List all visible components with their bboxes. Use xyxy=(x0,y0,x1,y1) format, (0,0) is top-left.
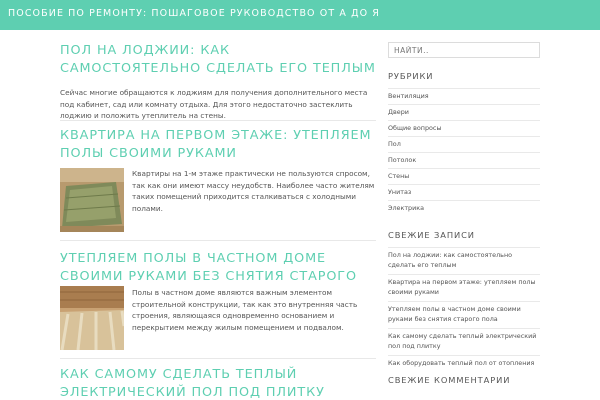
category-link[interactable]: Потолок xyxy=(388,153,540,168)
post-thumbnail-image[interactable] xyxy=(60,286,124,350)
post-excerpt: Квартиры на 1-м этаже практически не пол… xyxy=(132,169,375,213)
category-item: Электрика xyxy=(388,200,540,216)
recent-post-link[interactable]: Как самому сделать теплый электрический … xyxy=(388,332,540,351)
recent-posts-widget-title: Свежие записи xyxy=(388,230,475,240)
category-link[interactable]: Стены xyxy=(388,169,540,184)
category-link[interactable]: Унитаз xyxy=(388,185,540,200)
post-thumbnail-image[interactable] xyxy=(60,168,124,232)
category-item: Стены xyxy=(388,168,540,184)
recent-post-item: Пол на лоджии: как самостоятельно сделат… xyxy=(388,247,540,274)
post-excerpt: Полы в частном доме являются важным элем… xyxy=(132,288,358,332)
search-input[interactable] xyxy=(388,42,540,58)
category-item: Двери xyxy=(388,104,540,120)
category-item: Унитаз xyxy=(388,184,540,200)
post-divider xyxy=(60,120,376,121)
recent-comments-widget-title: Свежие комментарии xyxy=(388,375,511,385)
post-excerpt: Сейчас многие обращаются к лоджиям для п… xyxy=(60,88,368,120)
recent-post-link[interactable]: Пол на лоджии: как самостоятельно сделат… xyxy=(388,251,540,270)
post-list: Пол на лоджии: как самостоятельно сделат… xyxy=(60,30,376,400)
recent-post-item: Утепляем полы в частном доме своими рука… xyxy=(388,301,540,328)
category-item: Вентиляция xyxy=(388,88,540,104)
category-link[interactable]: Двери xyxy=(388,105,540,120)
recent-post-link[interactable]: Квартира на первом этаже: утепляем полы … xyxy=(388,278,540,297)
category-link[interactable]: Вентиляция xyxy=(388,89,540,104)
recent-post-item: Квартира на первом этаже: утепляем полы … xyxy=(388,274,540,301)
post-divider xyxy=(60,240,376,241)
category-item: Пол xyxy=(388,136,540,152)
post-title-link[interactable]: Пол на лоджии: как самостоятельно сделат… xyxy=(60,42,376,78)
site-title-link[interactable]: Пособие по ремонту: пошаговое руководств… xyxy=(8,8,380,19)
categories-list: Вентиляция Двери Общие вопросы Пол Потол… xyxy=(388,88,540,216)
recent-post-item: Как самому сделать теплый электрический … xyxy=(388,328,540,355)
category-link[interactable]: Электрика xyxy=(388,201,540,216)
category-link[interactable]: Общие вопросы xyxy=(388,121,540,136)
post-divider xyxy=(60,358,376,359)
post-title-link[interactable]: Квартира на первом этаже: утепляем полы … xyxy=(60,127,376,163)
post-title-link[interactable]: Как самому сделать теплый электрический … xyxy=(60,366,376,400)
categories-widget-title: Рубрики xyxy=(388,71,434,81)
category-item: Общие вопросы xyxy=(388,120,540,136)
category-link[interactable]: Пол xyxy=(388,137,540,152)
post-card: Квартира на первом этаже: утепляем полы … xyxy=(60,127,376,163)
recent-post-item: Как оборудовать теплый пол от отопления xyxy=(388,355,540,373)
site-header: Пособие по ремонту: пошаговое руководств… xyxy=(0,0,600,30)
post-card: Как самому сделать теплый электрический … xyxy=(60,366,376,400)
category-item: Потолок xyxy=(388,152,540,168)
post-card: Пол на лоджии: как самостоятельно сделат… xyxy=(60,42,376,122)
recent-post-link[interactable]: Утепляем полы в частном доме своими рука… xyxy=(388,305,540,324)
recent-post-link[interactable]: Как оборудовать теплый пол от отопления xyxy=(388,359,540,369)
recent-posts-list: Пол на лоджии: как самостоятельно сделат… xyxy=(388,247,540,373)
sidebar: Рубрики Вентиляция Двери Общие вопросы П… xyxy=(388,30,540,400)
